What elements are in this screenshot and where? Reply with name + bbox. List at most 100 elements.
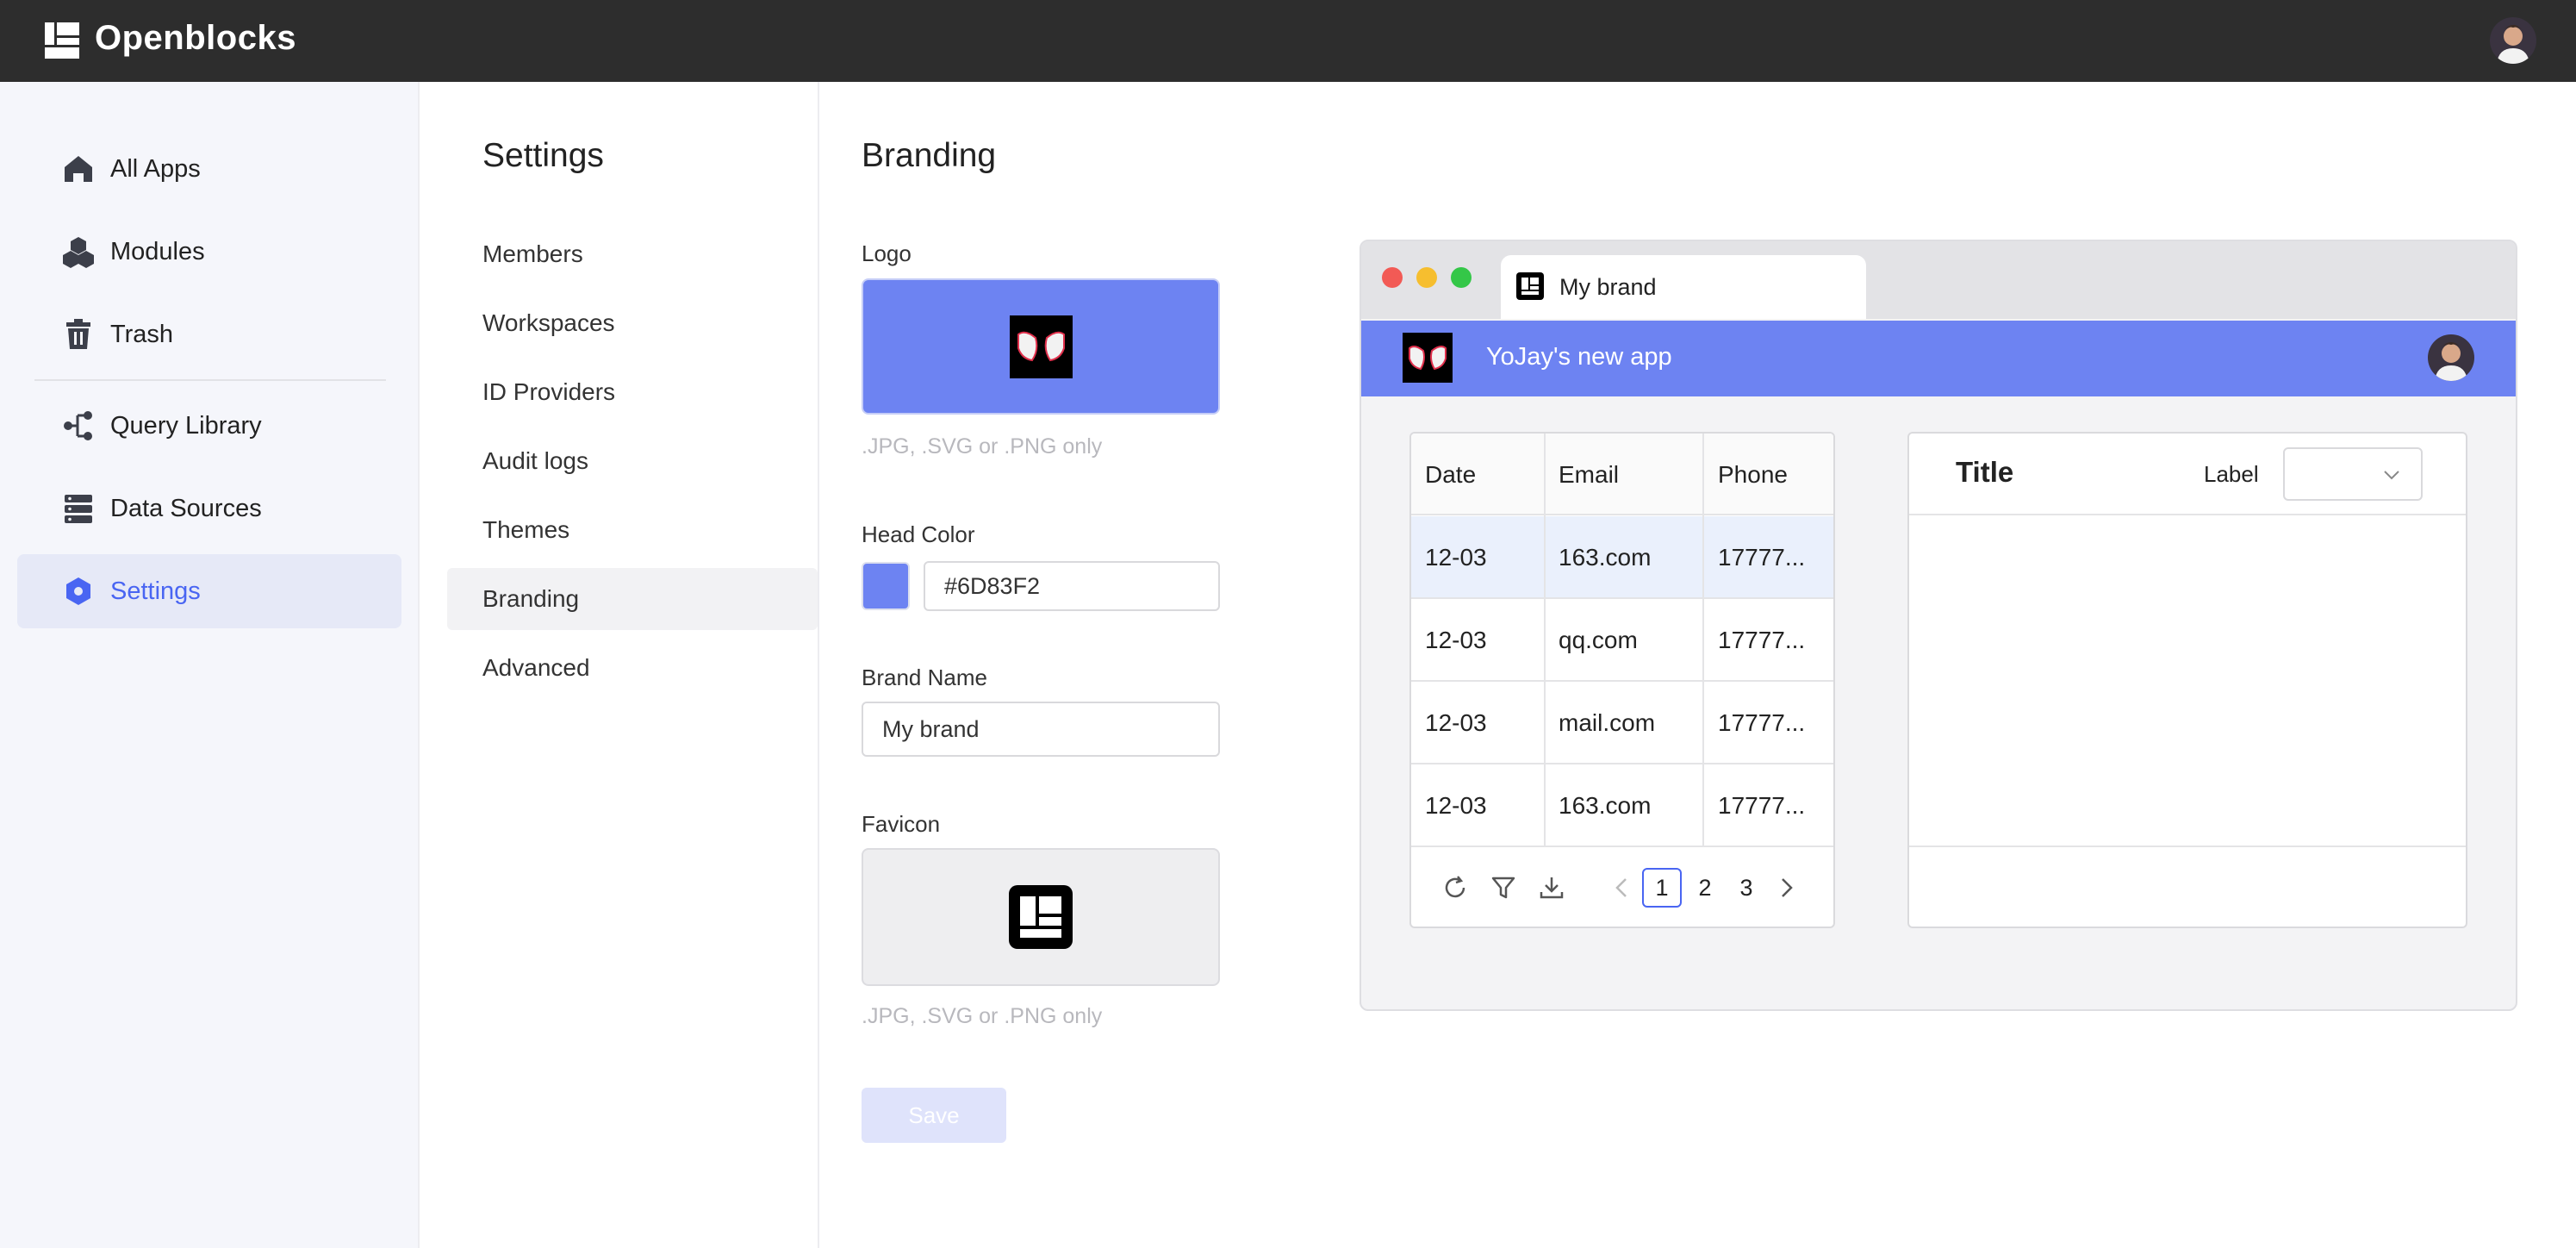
logo-label: Logo [862, 240, 912, 266]
logo-upload[interactable] [862, 278, 1220, 415]
home-icon [65, 156, 92, 182]
main-sidebar: All Apps Modules Trash Query Library Dat… [0, 82, 420, 1248]
settings-item-label: ID Providers [482, 378, 616, 405]
sidebar-item-trash[interactable]: Trash [17, 297, 401, 371]
sidebar-item-modules[interactable]: Modules [17, 215, 401, 289]
sidebar-item-label: Settings [110, 577, 201, 605]
table-cell: 12-03 [1425, 544, 1487, 571]
favicon-image [1009, 885, 1073, 949]
table-row: 12-03 163.com 17777... [1411, 516, 1833, 599]
favicon-label: Favicon [862, 811, 941, 837]
top-bar: Openblocks [0, 0, 2576, 82]
trash-icon [66, 319, 90, 349]
refresh-icon [1445, 876, 1465, 898]
column-header-phone: Phone [1718, 460, 1788, 488]
openblocks-logo-icon[interactable] [45, 22, 79, 59]
data-sources-icon [65, 495, 92, 523]
chevron-right-icon [1782, 878, 1793, 897]
sidebar-item-label: All Apps [110, 154, 201, 183]
table-cell: 163.com [1559, 792, 1652, 819]
settings-title: Settings [482, 137, 604, 174]
download-icon [1540, 877, 1564, 899]
page-3: 3 [1739, 874, 1753, 901]
table-cell: 17777... [1718, 544, 1806, 571]
user-avatar[interactable] [2490, 17, 2536, 64]
table-cell: 163.com [1559, 544, 1652, 571]
favicon-upload[interactable] [862, 848, 1220, 986]
table-row: 12-03 qq.com 17777... [1411, 599, 1833, 682]
settings-item-label: Advanced [482, 654, 590, 681]
settings-item-members[interactable]: Members [447, 223, 818, 285]
form-divider [1909, 514, 2466, 515]
table-row: 12-03 163.com 17777... [1411, 764, 1833, 847]
table-cell: 17777... [1718, 792, 1806, 819]
head-color-swatch[interactable] [862, 562, 910, 610]
sidebar-item-label: Trash [110, 320, 174, 348]
settings-item-label: Branding [482, 585, 580, 612]
window-maximize-dot [1451, 267, 1472, 288]
window-close-dot [1382, 267, 1403, 288]
sidebar-item-label: Data Sources [110, 494, 262, 522]
brand-name-input[interactable]: My brand [862, 702, 1220, 757]
settings-item-label: Themes [482, 516, 570, 543]
head-color-input[interactable]: #6D83F2 [924, 561, 1220, 611]
modules-icon [63, 237, 94, 268]
app-brand-name[interactable]: Openblocks [95, 19, 296, 58]
column-header-email: Email [1559, 460, 1620, 488]
sidebar-item-data-sources[interactable]: Data Sources [17, 471, 401, 546]
settings-item-workspaces[interactable]: Workspaces [447, 292, 818, 354]
brand-name-label: Brand Name [862, 665, 987, 690]
sidebar-item-query-library[interactable]: Query Library [17, 389, 401, 463]
page-2: 2 [1698, 874, 1712, 901]
filter-icon [1491, 877, 1515, 899]
window-minimize-dot [1416, 267, 1437, 288]
form-divider [1909, 846, 2466, 847]
page-1: 1 [1642, 868, 1682, 908]
table-cell: qq.com [1559, 627, 1638, 653]
query-library-icon [64, 411, 92, 440]
settings-item-label: Members [482, 240, 583, 267]
settings-item-themes[interactable]: Themes [447, 499, 818, 561]
settings-item-label: Audit logs [482, 447, 588, 474]
browser-tab-bar: My brand [1361, 241, 2516, 319]
table-cell: 12-03 [1425, 709, 1487, 736]
table-cell: 17777... [1718, 709, 1806, 736]
chevron-down-icon [2384, 471, 2399, 480]
settings-icon [66, 577, 90, 605]
tab-title: My brand [1559, 274, 1657, 300]
column-header-date: Date [1425, 460, 1477, 488]
page-title: Branding [862, 137, 997, 174]
favicon-hint: .JPG, .SVG or .PNG only [862, 1004, 1103, 1028]
preview-table: Date Email Phone 12-03 163.com 17777... … [1409, 432, 1835, 928]
form-label: Label [2204, 461, 2259, 487]
table-cell: mail.com [1559, 709, 1656, 736]
settings-item-audit-logs[interactable]: Audit logs [447, 430, 818, 492]
preview-app-header: YoJay's new app [1361, 321, 2516, 396]
table-row: 12-03 mail.com 17777... [1411, 682, 1833, 764]
sidebar-item-settings[interactable]: Settings [17, 554, 401, 628]
form-select [2283, 447, 2423, 501]
preview-logo-image [1403, 333, 1453, 383]
table-cell: 12-03 [1425, 792, 1487, 819]
settings-item-branding[interactable]: Branding [447, 568, 818, 630]
favicon-icon [1516, 272, 1544, 300]
form-title: Title [1956, 456, 2014, 488]
save-button[interactable]: Save [862, 1088, 1006, 1143]
column-divider [1702, 434, 1704, 847]
sidebar-divider [34, 379, 386, 381]
table-cell: 12-03 [1425, 627, 1487, 653]
sidebar-item-all-apps[interactable]: All Apps [17, 132, 401, 206]
sidebar-item-label: Query Library [110, 411, 262, 440]
logo-image [1009, 315, 1073, 378]
chevron-left-icon [1615, 878, 1627, 897]
browser-tab: My brand [1501, 255, 1866, 319]
settings-menu: Settings Members Workspaces ID Providers… [421, 82, 819, 1248]
preview-avatar [2428, 334, 2474, 381]
settings-item-advanced[interactable]: Advanced [447, 637, 818, 699]
column-divider [1544, 434, 1546, 847]
settings-item-id-providers[interactable]: ID Providers [447, 361, 818, 423]
preview-app-title: YoJay's new app [1486, 343, 1672, 371]
settings-item-label: Workspaces [482, 309, 615, 336]
table-toolbar: 1 2 3 [1411, 847, 1833, 927]
table-cell: 17777... [1718, 627, 1806, 653]
